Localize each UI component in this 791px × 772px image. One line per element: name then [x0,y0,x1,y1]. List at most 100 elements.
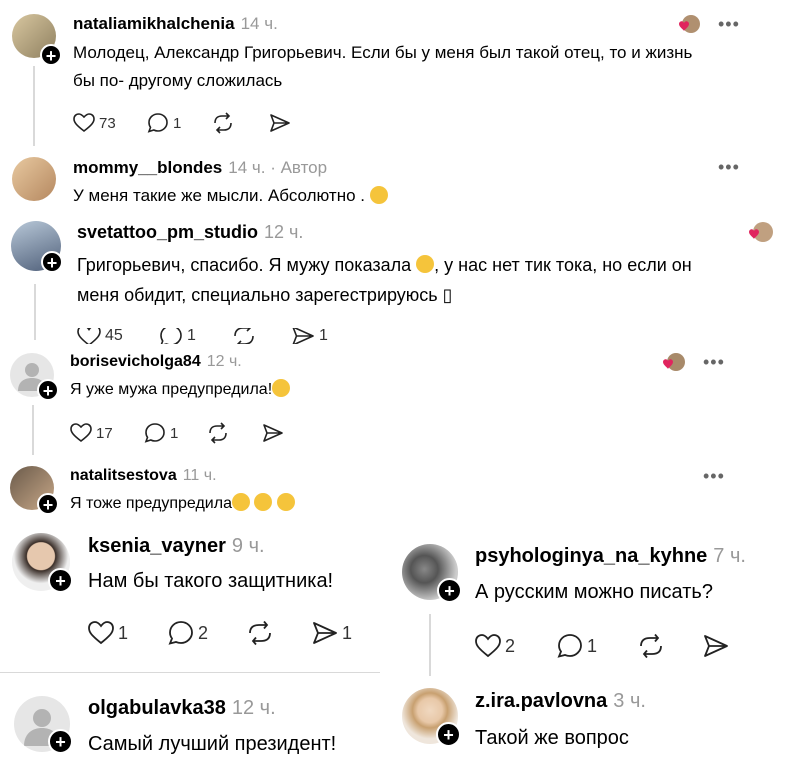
comment-text: Молодец, Александр Григорьевич. Если бы … [73,43,693,62]
reply-button[interactable]: 1 [144,422,206,444]
author-liked-heart-icon [744,221,774,250]
action-bar: 45 1 1 [77,328,328,344]
action-bar: 2 1 [475,633,729,659]
reply-button[interactable]: 1 [147,112,211,134]
follow-plus-icon[interactable]: + [48,568,73,593]
share-button[interactable] [262,423,284,443]
username[interactable]: mommy__blondes 14 ч. · Автор [73,158,327,178]
avatar[interactable]: + [10,353,59,401]
follow-plus-icon[interactable]: + [37,493,59,515]
timestamp: 14 ч. [228,158,266,177]
repost-icon [249,620,271,646]
like-button[interactable]: 73 [73,113,147,133]
comment-text-content: Я уже мужа предупредила! [70,381,273,399]
username-text[interactable]: ksenia_vayner [88,535,226,557]
share-icon [704,635,728,657]
username[interactable]: borisevicholga84 12 ч. [70,353,242,371]
username[interactable]: z.ira.pavlovna 3 ч. [475,690,646,713]
follow-plus-icon[interactable]: + [41,251,63,273]
like-button[interactable]: 17 [70,423,144,443]
share-button[interactable]: 1 [312,621,352,645]
laughing-emoji-icon [416,255,435,274]
like-button[interactable]: 1 [88,621,168,645]
heart-icon [475,634,501,658]
timestamp: 11 ч. [182,467,217,484]
username[interactable]: psyhologinya_na_kyhne 7 ч. [475,545,746,568]
repost-button[interactable] [246,620,312,646]
thread-line [429,614,431,676]
share-button[interactable] [269,113,291,133]
like-count: 17 [96,424,113,442]
reply-button[interactable]: 1 [557,633,637,659]
username[interactable]: natalitsestova 11 ч. [70,467,217,485]
avatar[interactable]: + [14,696,73,754]
reply-button[interactable]: 1 [159,328,231,344]
comment-icon [144,423,165,443]
timestamp: 9 ч. [231,535,265,557]
follow-plus-icon[interactable]: + [437,578,462,603]
avatar[interactable]: + [10,466,59,515]
comment-text-part2: , у нас нет тик тока, но если он [434,255,692,275]
follow-plus-icon[interactable]: + [40,44,62,66]
avatar[interactable]: + [11,221,63,273]
repost-button[interactable] [206,422,262,444]
thread-line [32,405,34,455]
like-button[interactable]: 45 [77,328,159,344]
username[interactable]: ksenia_vayner 9 ч. [88,535,265,558]
heart-icon [88,621,114,645]
comment-icon [147,113,168,133]
repost-button[interactable] [637,633,703,659]
comment-text-content: Я тоже предупредила [70,495,232,513]
repost-button[interactable] [231,328,291,344]
avatar[interactable]: + [12,533,73,593]
heart-icon [70,423,92,443]
share-icon [313,622,337,644]
avatar[interactable]: + [402,544,462,603]
avatar[interactable]: + [402,688,461,747]
username-text[interactable]: mommy__blondes [73,158,222,177]
timestamp: 3 ч. [613,690,646,712]
reply-count: 1 [170,424,179,442]
author-liked-heart-icon [674,14,700,41]
thread-line [34,284,36,340]
like-count: 45 [105,328,123,344]
username-text[interactable]: psyhologinya_na_kyhne [475,545,707,567]
username[interactable]: svetattoo_pm_studio 12 ч. [77,222,303,243]
username-text[interactable]: svetattoo_pm_studio [77,222,258,242]
follow-plus-icon[interactable]: + [37,379,59,401]
comment-text-content: У меня такие же мысли. Абсолютно . [73,186,365,205]
follow-plus-icon[interactable]: + [48,729,73,754]
laughing-emoji-icon [231,493,250,511]
username-text[interactable]: nataliamikhalchenia [73,14,235,33]
username[interactable]: nataliamikhalchenia 14 ч. [73,14,278,34]
username[interactable]: olgabulavka38 12 ч. [88,697,276,720]
more-icon[interactable]: ••• [703,466,725,487]
comment-icon [557,634,582,658]
share-count: 1 [319,328,328,344]
share-button[interactable]: 1 [291,328,328,344]
more-icon[interactable]: ••• [718,157,740,178]
more-icon[interactable]: ••• [718,14,740,35]
share-icon [263,424,283,442]
username-text[interactable]: z.ira.pavlovna [475,690,607,712]
comment-text: У меня такие же мысли. Абсолютно . [73,185,388,206]
username-text[interactable]: borisevicholga84 [70,353,201,370]
username-text[interactable]: natalitsestova [70,467,177,484]
comment-text: Григорьевич, спасибо. Я мужу показала , … [77,255,692,276]
timestamp: 12 ч. [206,353,242,370]
like-button[interactable]: 2 [475,634,557,658]
avatar[interactable]: + [12,14,62,66]
avatar[interactable] [12,157,56,201]
laughing-emoji-icon [272,379,291,397]
timestamp: 12 ч. [231,697,276,719]
reply-button[interactable]: 2 [168,620,246,646]
share-button[interactable] [703,634,729,658]
username-text[interactable]: olgabulavka38 [88,697,226,719]
share-icon [292,328,314,344]
more-icon[interactable]: ••• [703,352,725,373]
action-bar: 17 1 [70,422,284,444]
repost-button[interactable] [211,112,269,134]
follow-plus-icon[interactable]: + [436,722,461,747]
like-count: 1 [118,622,129,643]
action-bar: 73 1 [73,112,291,134]
